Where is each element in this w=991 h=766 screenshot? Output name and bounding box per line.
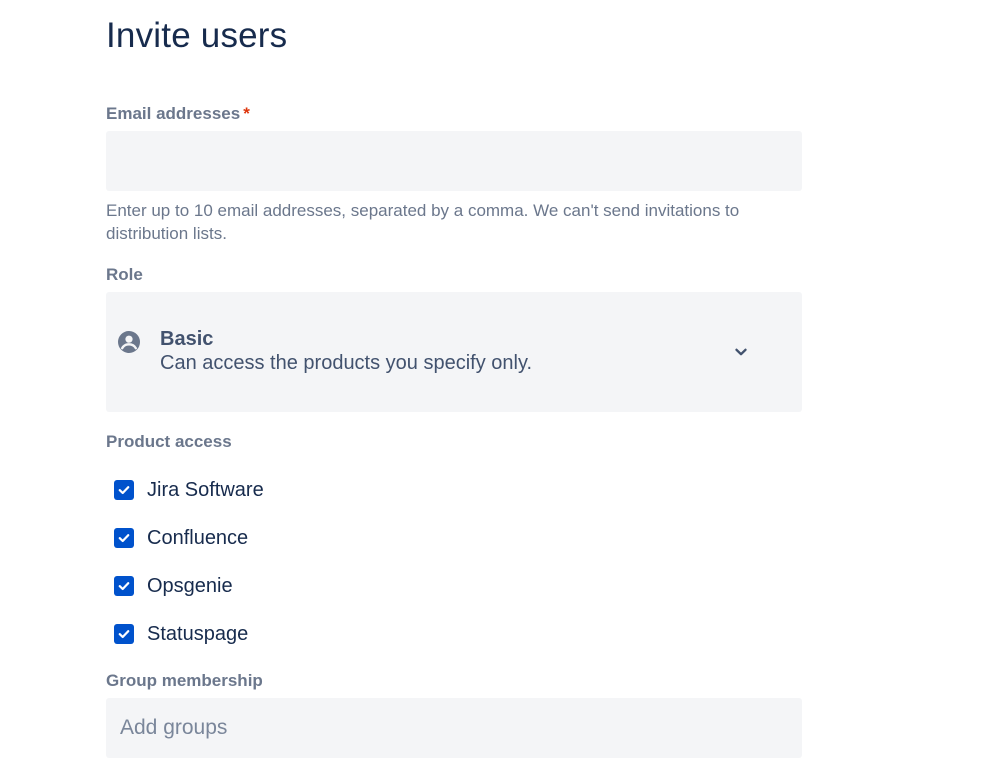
checkmark-icon <box>118 582 130 591</box>
email-helper-text: Enter up to 10 email addresses, separate… <box>106 201 740 243</box>
chevron-down-icon[interactable] <box>733 344 749 360</box>
checkmark-icon <box>118 486 130 495</box>
required-marker: * <box>243 104 250 123</box>
checkmark-icon <box>118 534 130 543</box>
product-access-label: Product access <box>106 432 232 451</box>
role-label: Role <box>106 265 143 284</box>
product-checkbox-statuspage[interactable]: Statuspage <box>114 621 248 647</box>
role-selected-name: Basic <box>160 328 214 350</box>
checkbox-checked[interactable] <box>114 480 134 500</box>
product-label: Opsgenie <box>147 574 233 597</box>
email-addresses-input[interactable] <box>106 131 802 191</box>
page-title: Invite users <box>106 16 288 55</box>
email-label: Email addresses * <box>106 104 250 124</box>
role-select[interactable]: Basic Can access the products you specif… <box>106 292 802 412</box>
invite-users-page: Invite users Email addresses * Enter up t… <box>0 0 991 766</box>
checkbox-checked[interactable] <box>114 576 134 596</box>
checkbox-checked[interactable] <box>114 624 134 644</box>
email-label-text: Email addresses <box>106 104 241 123</box>
role-selected-description: Can access the products you specify only… <box>160 352 533 374</box>
product-label: Jira Software <box>147 478 264 501</box>
group-membership-label: Group membership <box>106 671 263 690</box>
add-groups-input[interactable] <box>106 698 802 758</box>
product-label: Confluence <box>147 526 249 549</box>
product-label: Statuspage <box>147 622 249 645</box>
product-checkbox-confluence[interactable]: Confluence <box>114 525 248 551</box>
checkbox-checked[interactable] <box>114 528 134 548</box>
user-circle-icon <box>118 331 140 353</box>
product-checkbox-opsgenie[interactable]: Opsgenie <box>114 573 233 599</box>
checkmark-icon <box>118 630 130 639</box>
product-checkbox-jira-software[interactable]: Jira Software <box>114 477 264 503</box>
